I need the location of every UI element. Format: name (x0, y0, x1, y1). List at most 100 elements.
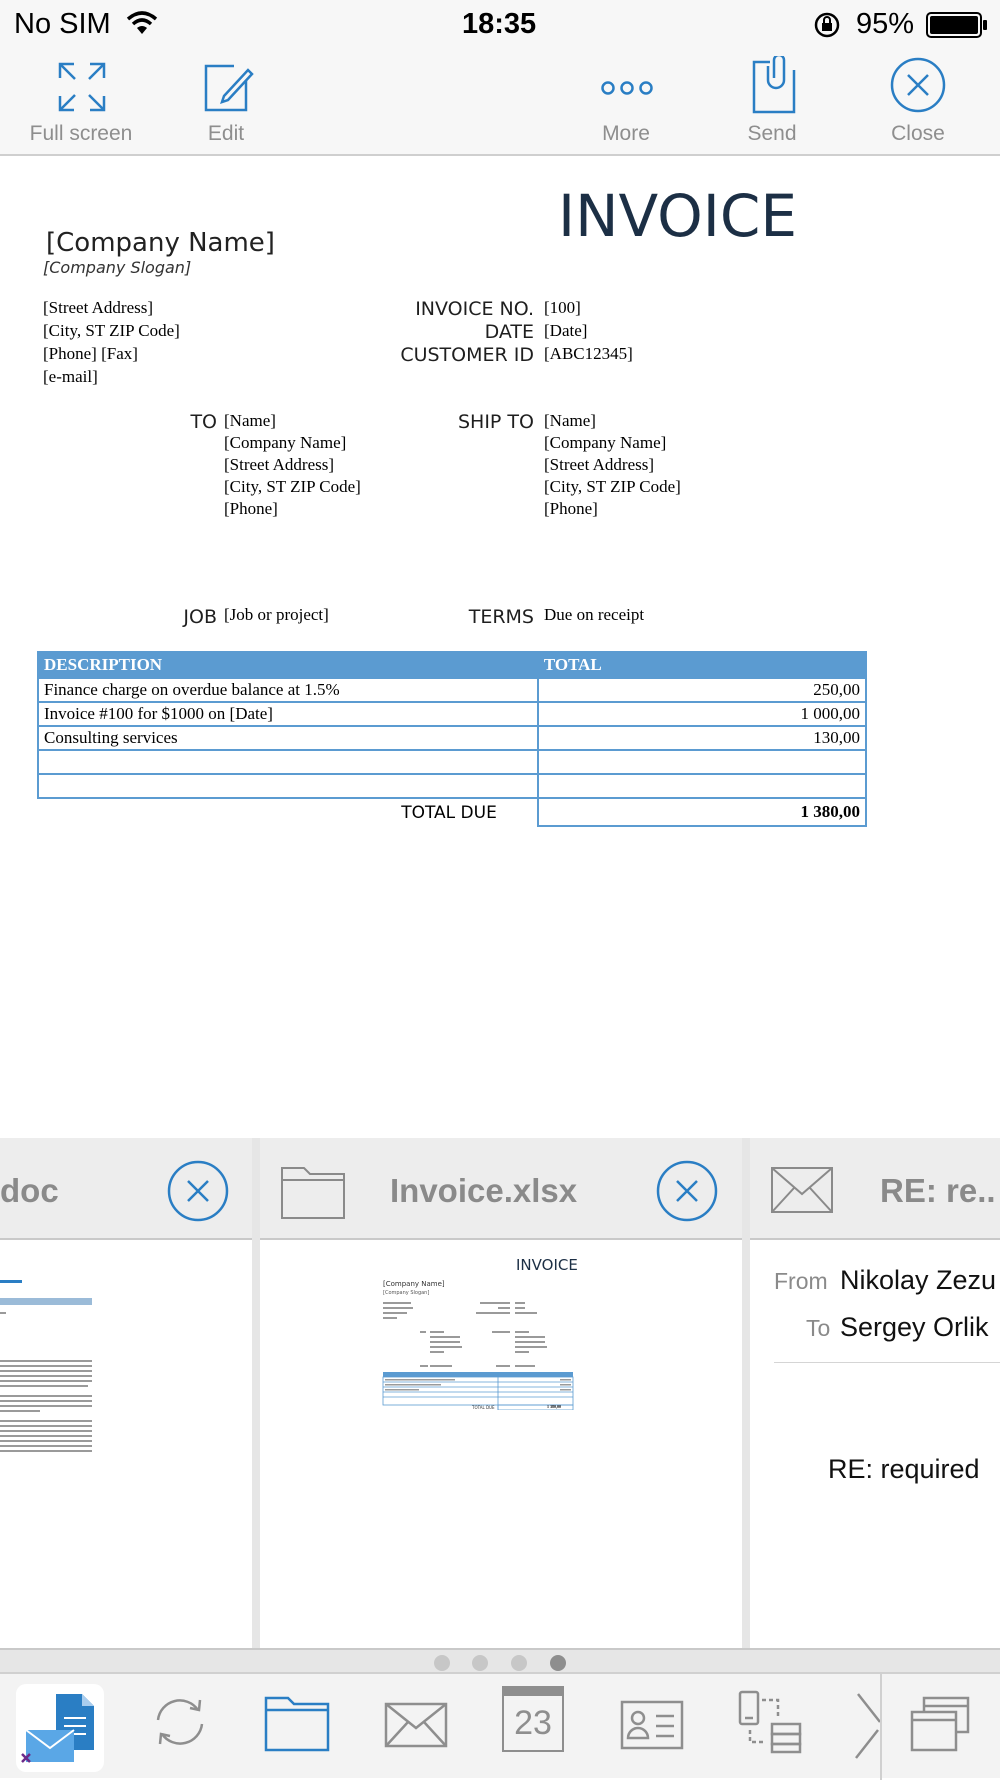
card-header: RE: re.. (750, 1138, 1000, 1240)
send-label: Send (747, 122, 797, 145)
page-dot[interactable] (472, 1655, 488, 1671)
total-cell[interactable] (536, 749, 868, 775)
battery-icon (926, 12, 988, 42)
ship-to-line: [Street Address] (544, 455, 655, 474)
page-dot-active[interactable] (550, 1655, 566, 1671)
total-due-label: TOTAL DUE (38, 797, 538, 826)
expand-icon (58, 62, 106, 112)
table-row (37, 749, 868, 775)
invoice-thumbnail: INVOICE [Company Name] [Company Slogan] (260, 1240, 742, 1648)
ship-to-label: SHIP TO (457, 411, 534, 433)
spreadsheet-card[interactable]: Invoice.xlsx INVOICE [Company Name] [Com… (260, 1138, 742, 1648)
to-line: [Name] (224, 411, 276, 430)
more-button[interactable]: More (586, 50, 666, 156)
to-name[interactable]: Sergey Orlik (840, 1312, 989, 1343)
envelope-icon[interactable] (384, 1702, 448, 1748)
mini-company-slogan: [Company Slogan] (383, 1290, 430, 1296)
from-name[interactable]: Nikolay Zezu (840, 1265, 996, 1296)
invoice-table: DESCRIPTION TOTAL Finance charge on over… (37, 651, 868, 827)
mail-app-icon[interactable] (16, 1684, 104, 1772)
send-button[interactable]: Send (732, 50, 812, 156)
to-line: [Phone] (224, 499, 278, 518)
card-header: Invoice.xlsx (260, 1138, 742, 1240)
email-card[interactable]: RE: re.. From Nikolay Zezu To Sergey Orl… (750, 1138, 1000, 1648)
battery-percent: 95% (856, 8, 915, 40)
folder-icon[interactable] (264, 1692, 330, 1752)
more-label: More (602, 122, 650, 145)
customer-id-label: CUSTOMER ID (400, 344, 534, 366)
full-screen-button[interactable]: Full screen (16, 50, 146, 156)
column-header: DESCRIPTION (37, 651, 539, 679)
total-cell[interactable]: 250,00 (536, 677, 868, 703)
from-label: From (774, 1268, 828, 1294)
open-items-switcher: doc Invoice.xlsx INVOICE [Company Name] … (0, 1138, 1000, 1648)
mini-total-due-value: 1 380,00 (547, 1404, 561, 1409)
page-dot[interactable] (434, 1655, 450, 1671)
card-header: doc (0, 1138, 252, 1240)
rotation-lock-icon (813, 11, 841, 43)
table-row: Consulting services 130,00 (37, 725, 868, 751)
edit-button[interactable]: Edit (180, 50, 272, 156)
email-subject: RE: required (828, 1454, 980, 1484)
status-bar: No SIM 18:35 95% (0, 0, 1000, 50)
table-row (37, 773, 868, 799)
card-title: Invoice.xlsx (390, 1172, 578, 1209)
description-cell[interactable] (37, 749, 539, 775)
edit-icon (204, 64, 254, 112)
folder-icon (281, 1167, 345, 1219)
to-line: [Company Name] (224, 433, 347, 452)
tools-icon[interactable] (854, 1690, 880, 1760)
address-line: [e-mail] (43, 367, 98, 386)
total-cell[interactable] (536, 773, 868, 799)
to-label: TO (190, 411, 217, 433)
devices-sync-icon[interactable] (738, 1690, 802, 1754)
envelope-icon (771, 1167, 833, 1213)
to-line: [Street Address] (224, 455, 335, 474)
mini-company-name: [Company Name] (383, 1280, 445, 1288)
page-indicator (0, 1648, 1000, 1672)
clock: 18:35 (462, 8, 537, 40)
ship-to-line: [Company Name] (544, 433, 667, 452)
sync-icon[interactable] (150, 1692, 210, 1752)
close-icon[interactable] (167, 1160, 229, 1222)
total-due-row: TOTAL DUE 1 380,00 (38, 797, 868, 827)
mini-invoice-title: INVOICE (516, 1256, 578, 1274)
total-cell[interactable]: 130,00 (536, 725, 868, 751)
to-label: To (806, 1315, 831, 1341)
carrier-label: No SIM (14, 8, 111, 40)
company-name: [Company Name] (46, 228, 275, 258)
terms-value: Due on receipt (544, 605, 645, 624)
date-label: DATE (484, 321, 534, 343)
mini-invoice-body (382, 1302, 574, 1410)
address-line: [City, ST ZIP Code] (43, 321, 180, 340)
invoice-no-value: [100] (544, 298, 581, 317)
contacts-icon[interactable] (620, 1700, 684, 1750)
close-icon (890, 57, 946, 113)
invoice-no-label: INVOICE NO. (415, 298, 534, 320)
column-header: TOTAL (536, 651, 868, 679)
wifi-icon (126, 10, 158, 40)
calendar-icon[interactable]: 23 (502, 1686, 564, 1752)
total-due-value[interactable]: 1 380,00 (536, 797, 868, 827)
description-cell[interactable]: Consulting services (37, 725, 539, 751)
table-row: Finance charge on overdue balance at 1.5… (37, 677, 868, 703)
document-card[interactable]: doc (0, 1138, 252, 1648)
page-dot[interactable] (511, 1655, 527, 1671)
job-value: [Job or project] (224, 605, 329, 624)
windows-icon[interactable] (910, 1696, 970, 1752)
description-cell[interactable]: Invoice #100 for $1000 on [Date] (37, 701, 539, 727)
address-line: [Street Address] (43, 298, 154, 317)
table-row: Invoice #100 for $1000 on [Date] 1 000,0… (37, 701, 868, 727)
description-cell[interactable]: Finance charge on overdue balance at 1.5… (37, 677, 539, 703)
full-screen-label: Full screen (29, 122, 133, 145)
to-line: [City, ST ZIP Code] (224, 477, 361, 496)
mini-total-due-label: TOTAL DUE (472, 1405, 495, 1410)
description-cell[interactable] (37, 773, 539, 799)
close-button[interactable]: Close (878, 50, 958, 156)
date-value: [Date] (544, 321, 588, 340)
attachment-icon (752, 56, 796, 114)
terms-label: TERMS (468, 606, 534, 628)
close-icon[interactable] (656, 1160, 718, 1222)
company-slogan: [Company Slogan] (43, 258, 192, 277)
total-cell[interactable]: 1 000,00 (536, 701, 868, 727)
